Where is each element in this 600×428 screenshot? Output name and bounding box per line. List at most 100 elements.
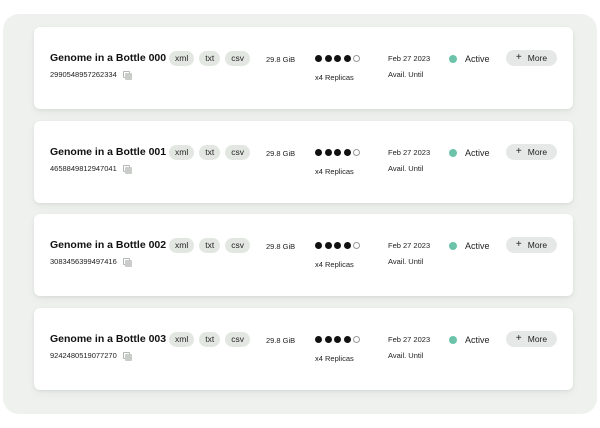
dataset-list-panel: Genome in a Bottle 000 2990548957262334 … [3,14,597,414]
replica-dot-filled [315,55,322,62]
plus-icon: + [515,333,522,344]
replica-dot-filled [315,242,322,249]
status-dot-icon [449,55,457,63]
replica-dot-filled [334,55,341,62]
status-indicator: Active [449,241,490,251]
replica-dot-filled [324,242,332,249]
more-label: More [527,334,548,344]
expiry-date: Feb 27 2023 [388,241,431,250]
status-label: Active [465,241,490,251]
dataset-id: 3083456399497416 [50,257,117,266]
dataset-card[interactable]: Genome in a Bottle 000 2990548957262334 … [34,27,573,109]
format-tag[interactable]: txt [199,145,221,160]
more-label: More [527,240,548,250]
status-label: Active [465,54,490,64]
format-tags: xml txt csv [169,51,250,66]
plus-icon: + [515,146,522,157]
status-indicator: Active [449,148,490,158]
format-tag[interactable]: txt [199,238,221,253]
status-indicator: Active [449,54,490,64]
replica-dot-filled [343,242,351,249]
format-tag[interactable]: csv [225,51,250,66]
replica-dot-filled [343,336,351,343]
dataset-title[interactable]: Genome in a Bottle 001 [50,146,166,158]
more-button[interactable]: + More [506,50,557,66]
replica-dots [315,149,360,156]
dataset-size: 29.8 GiB [266,242,296,251]
expiry-date: Feb 27 2023 [388,335,431,344]
replica-dot-filled [324,55,332,62]
replica-dot-empty [353,55,360,62]
replica-dot-filled [343,149,351,156]
copy-icon[interactable] [122,257,132,267]
replica-dot-filled [324,336,332,343]
replicas-label: x4 Replicas [315,73,354,82]
status-dot-icon [449,336,457,344]
replica-dot-filled [343,55,351,62]
format-tag[interactable]: xml [169,238,195,253]
plus-icon: + [515,52,522,63]
replica-dots [315,55,360,62]
status-indicator: Active [449,335,490,345]
more-button[interactable]: + More [506,331,557,347]
format-tag[interactable]: csv [225,145,250,160]
format-tags: xml txt csv [169,238,250,253]
dataset-id-row: 9242480519077270 [50,351,132,361]
format-tags: xml txt csv [169,145,250,160]
replicas-label: x4 Replicas [315,167,354,176]
dataset-title[interactable]: Genome in a Bottle 003 [50,333,166,345]
plus-icon: + [515,239,522,250]
format-tag[interactable]: xml [169,51,195,66]
status-label: Active [465,335,490,345]
replicas-label: x4 Replicas [315,260,354,269]
dataset-id: 2990548957262334 [50,70,117,79]
replica-dot-filled [334,242,341,249]
status-dot-icon [449,242,457,250]
avail-until-label: Avail. Until [388,164,424,173]
format-tag[interactable]: xml [169,332,195,347]
avail-until-label: Avail. Until [388,257,424,266]
dataset-id: 4658849812947041 [50,164,117,173]
dataset-size: 29.8 GiB [266,55,296,64]
more-label: More [527,147,548,157]
copy-icon[interactable] [122,351,132,361]
dataset-size: 29.8 GiB [266,336,296,345]
dataset-size: 29.8 GiB [266,149,296,158]
dataset-id-row: 3083456399497416 [50,257,132,267]
replica-dot-filled [334,336,341,343]
copy-icon[interactable] [122,70,132,80]
replica-dots [315,242,360,249]
format-tag[interactable]: xml [169,145,195,160]
dataset-id: 9242480519077270 [50,351,117,360]
more-button[interactable]: + More [506,144,557,160]
avail-until-label: Avail. Until [388,351,424,360]
dataset-title[interactable]: Genome in a Bottle 000 [50,52,166,64]
replica-dot-filled [334,149,341,156]
expiry-date: Feb 27 2023 [388,148,431,157]
format-tag[interactable]: csv [225,332,250,347]
dataset-id-row: 2990548957262334 [50,70,132,80]
replica-dot-empty [353,149,360,156]
replica-dot-empty [353,336,360,343]
format-tag[interactable]: txt [199,332,221,347]
dataset-card[interactable]: Genome in a Bottle 003 9242480519077270 … [34,308,573,390]
dataset-title[interactable]: Genome in a Bottle 002 [50,239,166,251]
dataset-id-row: 4658849812947041 [50,164,132,174]
dataset-card[interactable]: Genome in a Bottle 001 4658849812947041 … [34,121,573,203]
replica-dot-filled [315,149,322,156]
replica-dots [315,336,360,343]
format-tag[interactable]: csv [225,238,250,253]
dataset-card[interactable]: Genome in a Bottle 002 3083456399497416 … [34,214,573,296]
replicas-label: x4 Replicas [315,354,354,363]
expiry-date: Feb 27 2023 [388,54,431,63]
replica-dot-filled [324,149,332,156]
status-dot-icon [449,149,457,157]
format-tag[interactable]: txt [199,51,221,66]
avail-until-label: Avail. Until [388,70,424,79]
more-label: More [527,53,548,63]
replica-dot-empty [353,242,360,249]
status-label: Active [465,148,490,158]
format-tags: xml txt csv [169,332,250,347]
more-button[interactable]: + More [506,237,557,253]
copy-icon[interactable] [122,164,132,174]
